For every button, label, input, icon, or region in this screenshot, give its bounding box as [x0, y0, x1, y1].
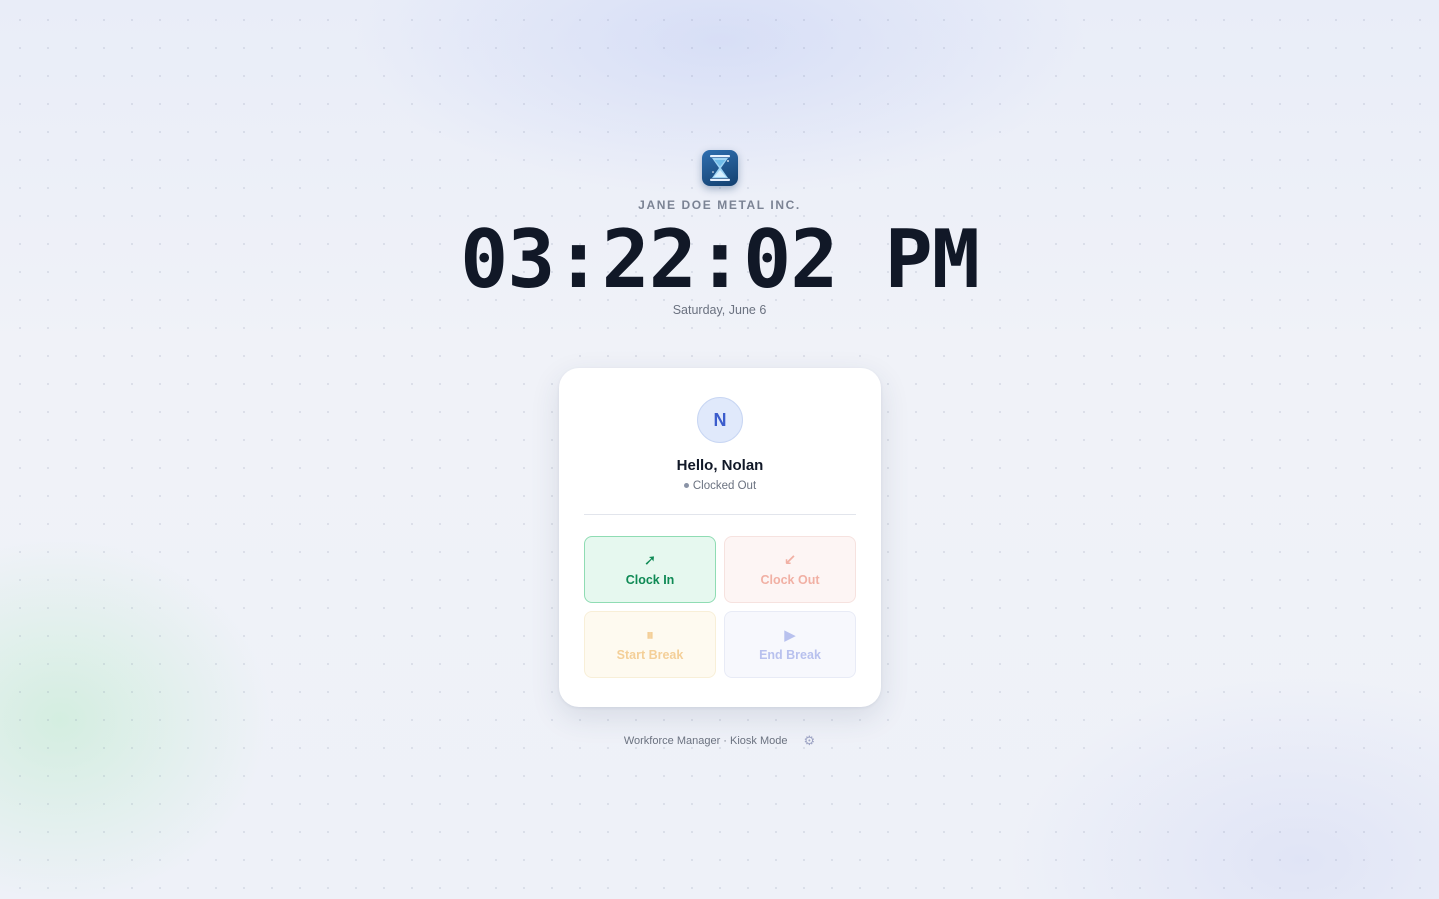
- pause-icon: ⏸: [646, 626, 654, 644]
- status-text: Clocked Out: [692, 480, 757, 492]
- clock-in-label: Clock In: [625, 572, 675, 587]
- company-name: JANE DOE METAL INC.: [638, 198, 801, 212]
- clock-out-label: Clock Out: [760, 572, 820, 587]
- clock-out-button[interactable]: ↙ Clock Out: [724, 536, 856, 603]
- avatar: N: [697, 397, 743, 443]
- current-date: Saturday, June 6: [672, 303, 767, 317]
- arrow-down-left-icon: ↙: [783, 551, 797, 569]
- gear-icon[interactable]: ⚙: [803, 733, 815, 749]
- kiosk-screen: JANE DOE METAL INC. 03:22:02 PM Saturday…: [0, 0, 1439, 899]
- end-break-label: End Break: [759, 647, 821, 662]
- footer: Workforce Manager · Kiosk Mode ⚙: [0, 733, 1439, 749]
- current-time: 03:22:02 PM: [460, 213, 980, 306]
- employee-card: N Hello, Nolan Clocked Out ➚ Clock In ↙ …: [559, 368, 881, 707]
- play-icon: ▶: [784, 626, 796, 644]
- divider: [584, 514, 856, 515]
- status-badge: Clocked Out: [559, 480, 881, 492]
- start-break-label: Start Break: [616, 647, 684, 662]
- arrow-up-right-icon: ➚: [643, 551, 657, 569]
- status-dot: [683, 483, 689, 488]
- footer-text: Workforce Manager · Kiosk Mode: [623, 735, 788, 747]
- start-break-button[interactable]: ⏸ Start Break: [584, 611, 716, 678]
- end-break-button[interactable]: ▶ End Break: [724, 611, 856, 678]
- hourglass-icon: [702, 150, 738, 186]
- clock-in-button[interactable]: ➚ Clock In: [584, 536, 716, 603]
- greeting: Hello, Nolan: [676, 457, 764, 474]
